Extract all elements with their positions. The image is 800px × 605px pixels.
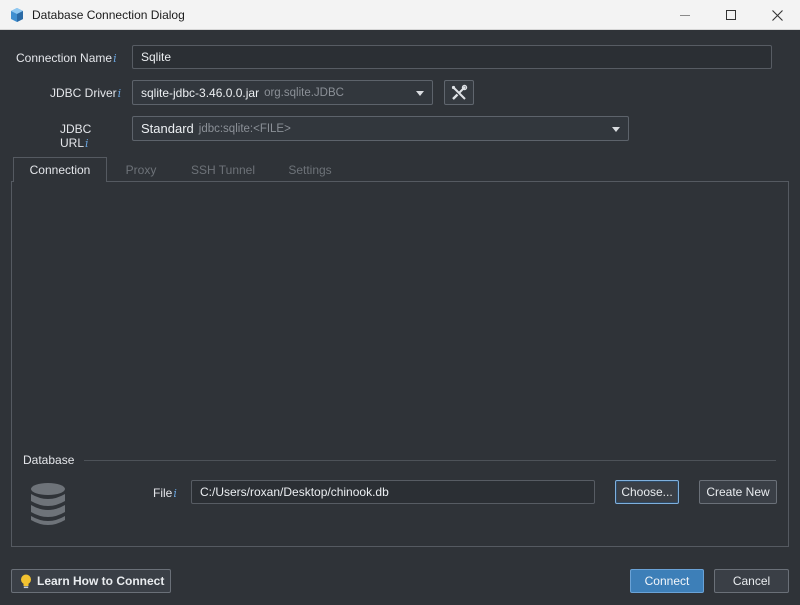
connection-name-value: Sqlite: [141, 50, 172, 64]
tab-proxy[interactable]: Proxy: [111, 157, 171, 182]
group-divider: [84, 460, 776, 461]
driver-settings-button[interactable]: [444, 80, 474, 105]
file-path-input[interactable]: C:/Users/roxan/Desktop/chinook.db: [191, 480, 595, 504]
jdbc-driver-value: sqlite-jdbc-3.46.0.0.jar: [141, 85, 260, 100]
jdbc-url-select[interactable]: Standard jdbc:sqlite:<FILE>: [132, 116, 629, 141]
tab-label: Connection: [29, 163, 91, 177]
create-new-button[interactable]: Create New: [699, 480, 777, 504]
info-icon: i: [117, 87, 122, 100]
file-label: Filei: [153, 486, 177, 500]
info-icon: i: [85, 137, 89, 150]
connect-label: Connect: [644, 574, 690, 588]
tab-ssh-tunnel[interactable]: SSH Tunnel: [180, 157, 266, 182]
minimize-button[interactable]: [662, 0, 708, 30]
connection-name-label: Connection Namei: [16, 51, 117, 65]
chevron-down-icon: [416, 90, 424, 96]
database-app-icon: [11, 8, 23, 22]
database-icon: [31, 483, 65, 525]
cancel-label: Cancel: [732, 574, 771, 588]
close-button[interactable]: [754, 0, 800, 30]
close-icon: [771, 9, 783, 21]
connection-name-input[interactable]: Sqlite: [132, 45, 772, 69]
tab-label: Settings: [288, 162, 332, 177]
chevron-down-icon: [612, 126, 620, 132]
database-group-title: Database: [23, 453, 75, 467]
maximize-button[interactable]: [708, 0, 754, 30]
jdbc-url-template: jdbc:sqlite:<FILE>: [198, 122, 291, 135]
tab-label: SSH Tunnel: [190, 162, 256, 177]
tab-settings[interactable]: Settings: [276, 157, 344, 182]
tab-connection[interactable]: Connection: [13, 157, 107, 182]
learn-label: Learn How to Connect: [37, 574, 165, 588]
jdbc-driver-class: org.sqlite.JDBC: [264, 86, 344, 99]
learn-how-to-connect-button[interactable]: Learn How to Connect: [11, 569, 171, 593]
jdbc-driver-select[interactable]: sqlite-jdbc-3.46.0.0.jar org.sqlite.JDBC: [132, 80, 433, 105]
wrench-screwdriver-icon: [451, 84, 468, 100]
choose-file-button[interactable]: Choose...: [615, 480, 679, 504]
lightbulb-icon: [21, 574, 31, 588]
connect-button[interactable]: Connect: [630, 569, 704, 593]
jdbc-url-value: Standard: [141, 121, 194, 136]
tab-label: Proxy: [125, 162, 157, 177]
info-icon: i: [173, 487, 177, 500]
cancel-button[interactable]: Cancel: [714, 569, 789, 593]
create-new-label: Create New: [706, 485, 770, 499]
maximize-icon: [726, 10, 736, 20]
jdbc-url-label: JDBC URLi: [60, 122, 92, 150]
choose-label: Choose...: [621, 485, 673, 499]
file-path-value: C:/Users/roxan/Desktop/chinook.db: [200, 485, 389, 499]
info-icon: i: [113, 52, 117, 65]
window-title: Database Connection Dialog: [32, 8, 185, 22]
jdbc-driver-label: JDBC Driveri: [50, 86, 122, 100]
minimize-icon: [680, 14, 690, 16]
title-bar: Database Connection Dialog: [0, 0, 800, 30]
